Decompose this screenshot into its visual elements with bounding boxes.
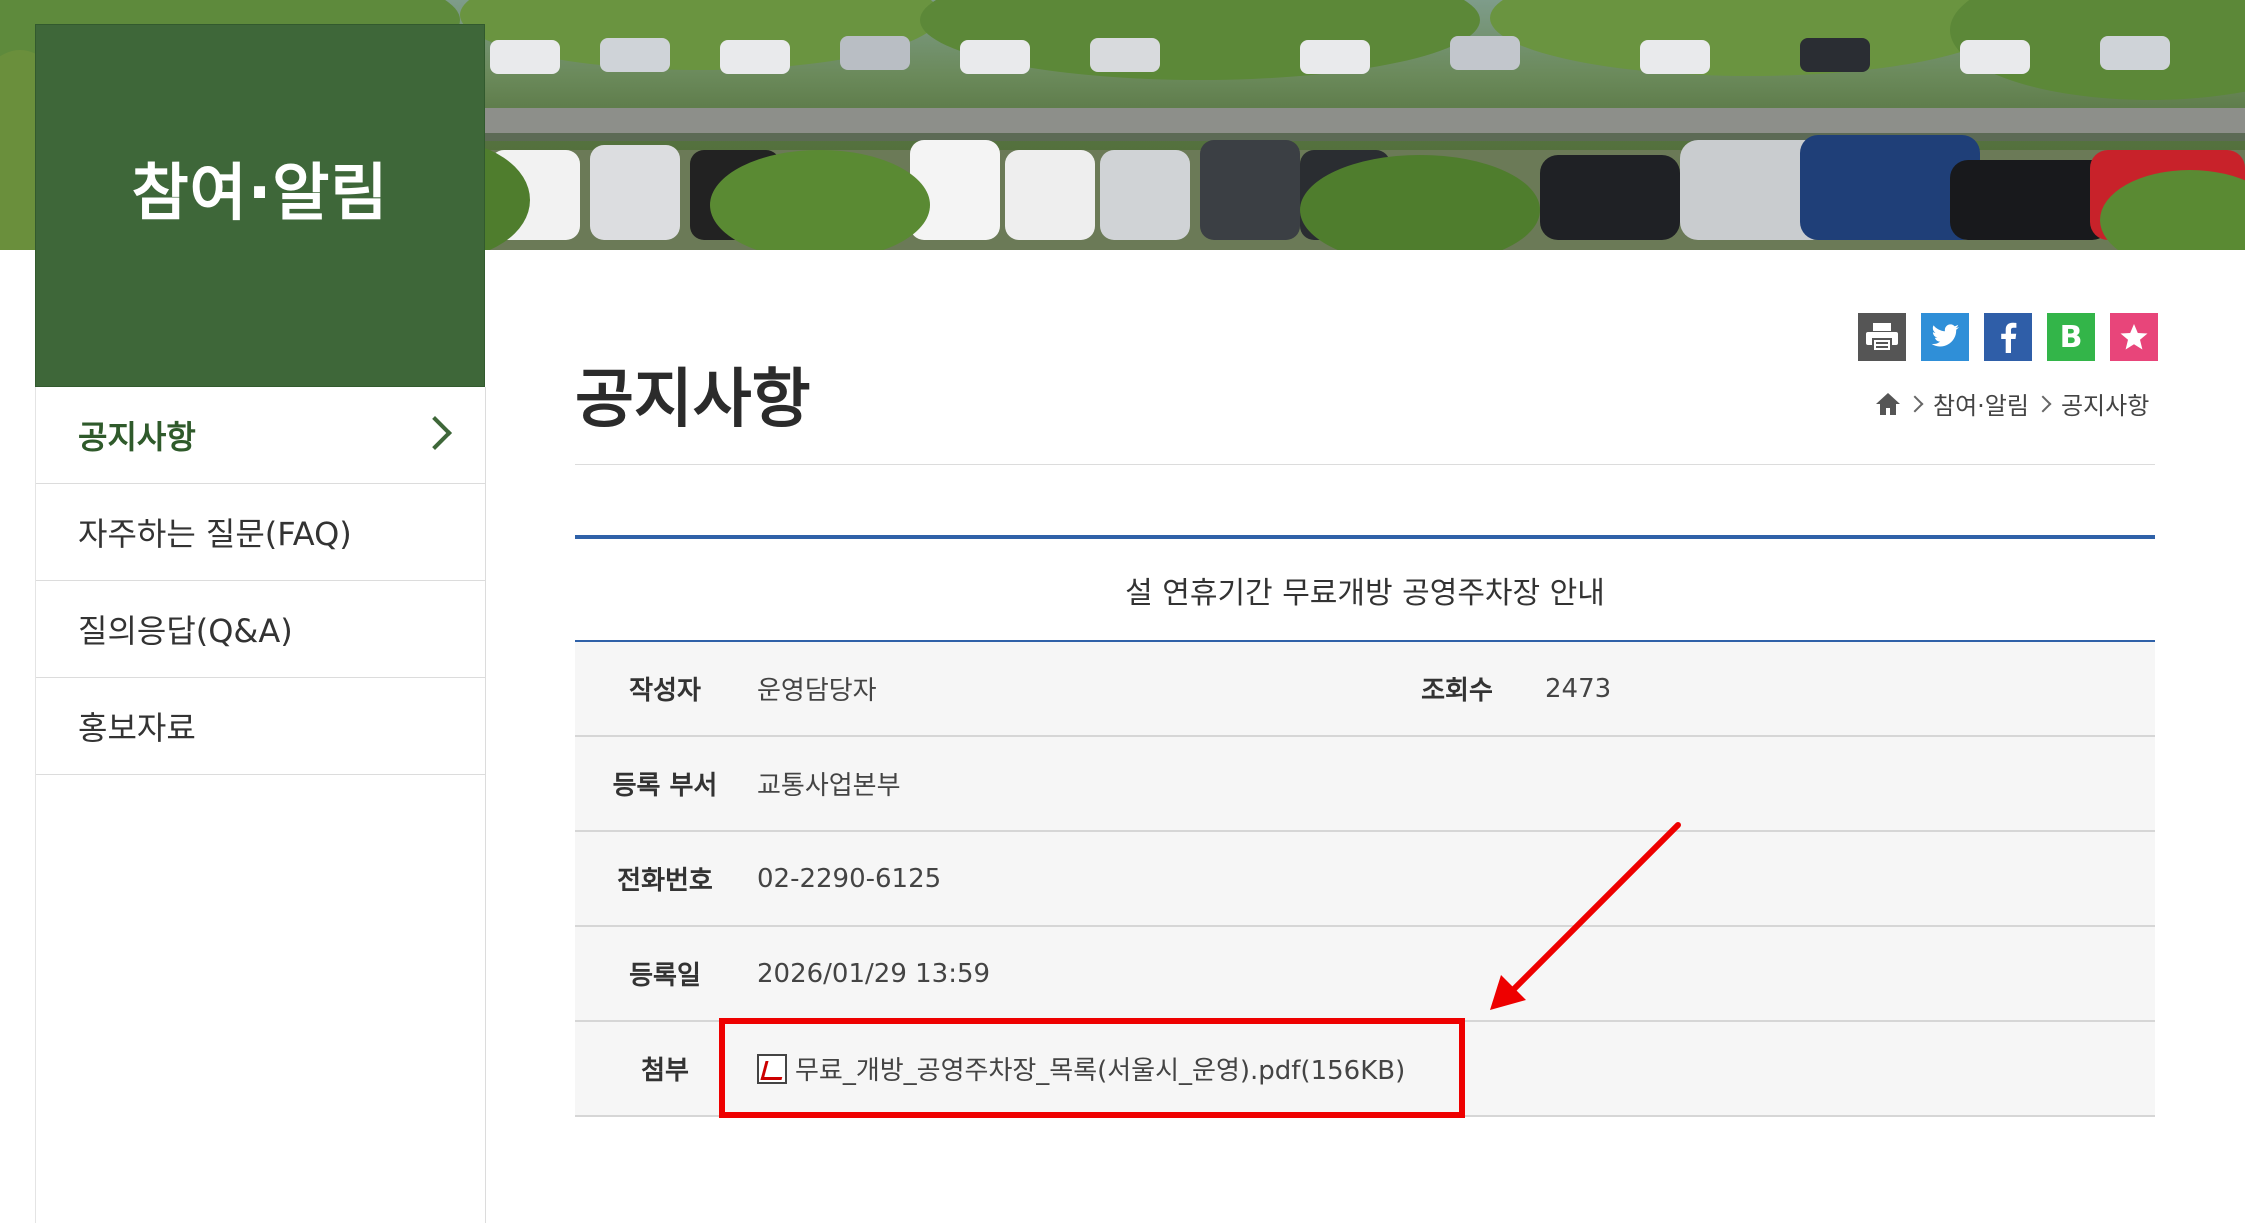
date-value: 2026/01/29 13:59 [757, 958, 991, 989]
author-value: 운영담당자 [757, 676, 877, 706]
sidebar-title-text: 참여·알림 [131, 155, 389, 229]
sidebar-item-label: 공지사항 [78, 418, 196, 456]
blog-share-button[interactable]: B [2047, 313, 2095, 361]
chevron-right-icon [418, 416, 452, 450]
breadcrumb-item[interactable]: 공지사항 [2061, 386, 2149, 421]
breadcrumb: 참여·알림 공지사항 [1875, 386, 2149, 421]
views-label: 조회수 [1421, 676, 1493, 706]
facebook-icon [2001, 322, 2017, 353]
sidebar-item-faq[interactable]: 자주하는 질문(FAQ) [36, 484, 485, 581]
sidebar-item-notice[interactable]: 공지사항 [36, 387, 485, 484]
page-title: 공지사항 [575, 363, 811, 437]
sidebar-item-label: 질의응답(Q&A) [78, 612, 293, 650]
pdf-file-icon [757, 1053, 787, 1084]
attachment-link[interactable]: 무료_개방_공영주차장_목록(서울시_운영).pdf(156KB) [755, 1050, 1405, 1087]
bookmark-star-icon [2120, 324, 2148, 350]
sidebar-item-label: 홍보자료 [78, 709, 196, 747]
chevron-right-icon [1906, 395, 1924, 412]
date-label: 등록일 [629, 961, 701, 991]
breadcrumb-item[interactable]: 참여·알림 [1933, 386, 2029, 421]
attachment-filename: 무료_개방_공영주차장_목록(서울시_운영).pdf(156KB) [795, 1056, 1406, 1086]
notice-subject: 설 연휴기간 무료개방 공영주차장 안내 [575, 539, 2155, 642]
print-icon [1866, 323, 1898, 352]
author-label: 작성자 [629, 676, 701, 706]
attachment-label: 첨부 [641, 1056, 689, 1086]
share-toolbar: B [1858, 313, 2158, 361]
print-button[interactable] [1858, 313, 1906, 361]
twitter-share-button[interactable] [1921, 313, 1969, 361]
phone-label: 전화번호 [617, 866, 713, 896]
twitter-icon [1931, 324, 1959, 347]
phone-row: 전화번호 02-2290-6125 [575, 832, 2155, 927]
sidebar-section-title: 참여·알림 [35, 24, 485, 387]
facebook-share-button[interactable] [1984, 313, 2032, 361]
views-value: 2473 [1545, 673, 1612, 704]
home-icon[interactable] [1875, 392, 1901, 416]
bookmark-button[interactable] [2110, 313, 2158, 361]
blog-icon: B [2059, 319, 2083, 355]
notice-detail-table: 설 연휴기간 무료개방 공영주차장 안내 작성자 운영담당자 조회수 2473 … [575, 535, 2155, 1117]
title-divider [575, 464, 2155, 465]
department-label: 등록 부서 [612, 771, 718, 801]
sidebar-item-label: 자주하는 질문(FAQ) [78, 515, 352, 553]
sidebar-item-qna[interactable]: 질의응답(Q&A) [36, 581, 485, 678]
author-row: 작성자 운영담당자 조회수 2473 [575, 642, 2155, 737]
department-value: 교통사업본부 [757, 771, 901, 801]
sidebar-item-promo[interactable]: 홍보자료 [36, 678, 485, 775]
chevron-right-icon [2034, 395, 2052, 412]
phone-value: 02-2290-6125 [757, 863, 942, 894]
department-row: 등록 부서 교통사업본부 [575, 737, 2155, 832]
date-row: 등록일 2026/01/29 13:59 [575, 927, 2155, 1022]
attachment-row: 첨부 무료_개방_공영주차장_목록(서울시_운영).pdf(156KB) [575, 1022, 2155, 1117]
sidebar-nav: 공지사항 자주하는 질문(FAQ) 질의응답(Q&A) 홍보자료 [35, 387, 486, 1223]
